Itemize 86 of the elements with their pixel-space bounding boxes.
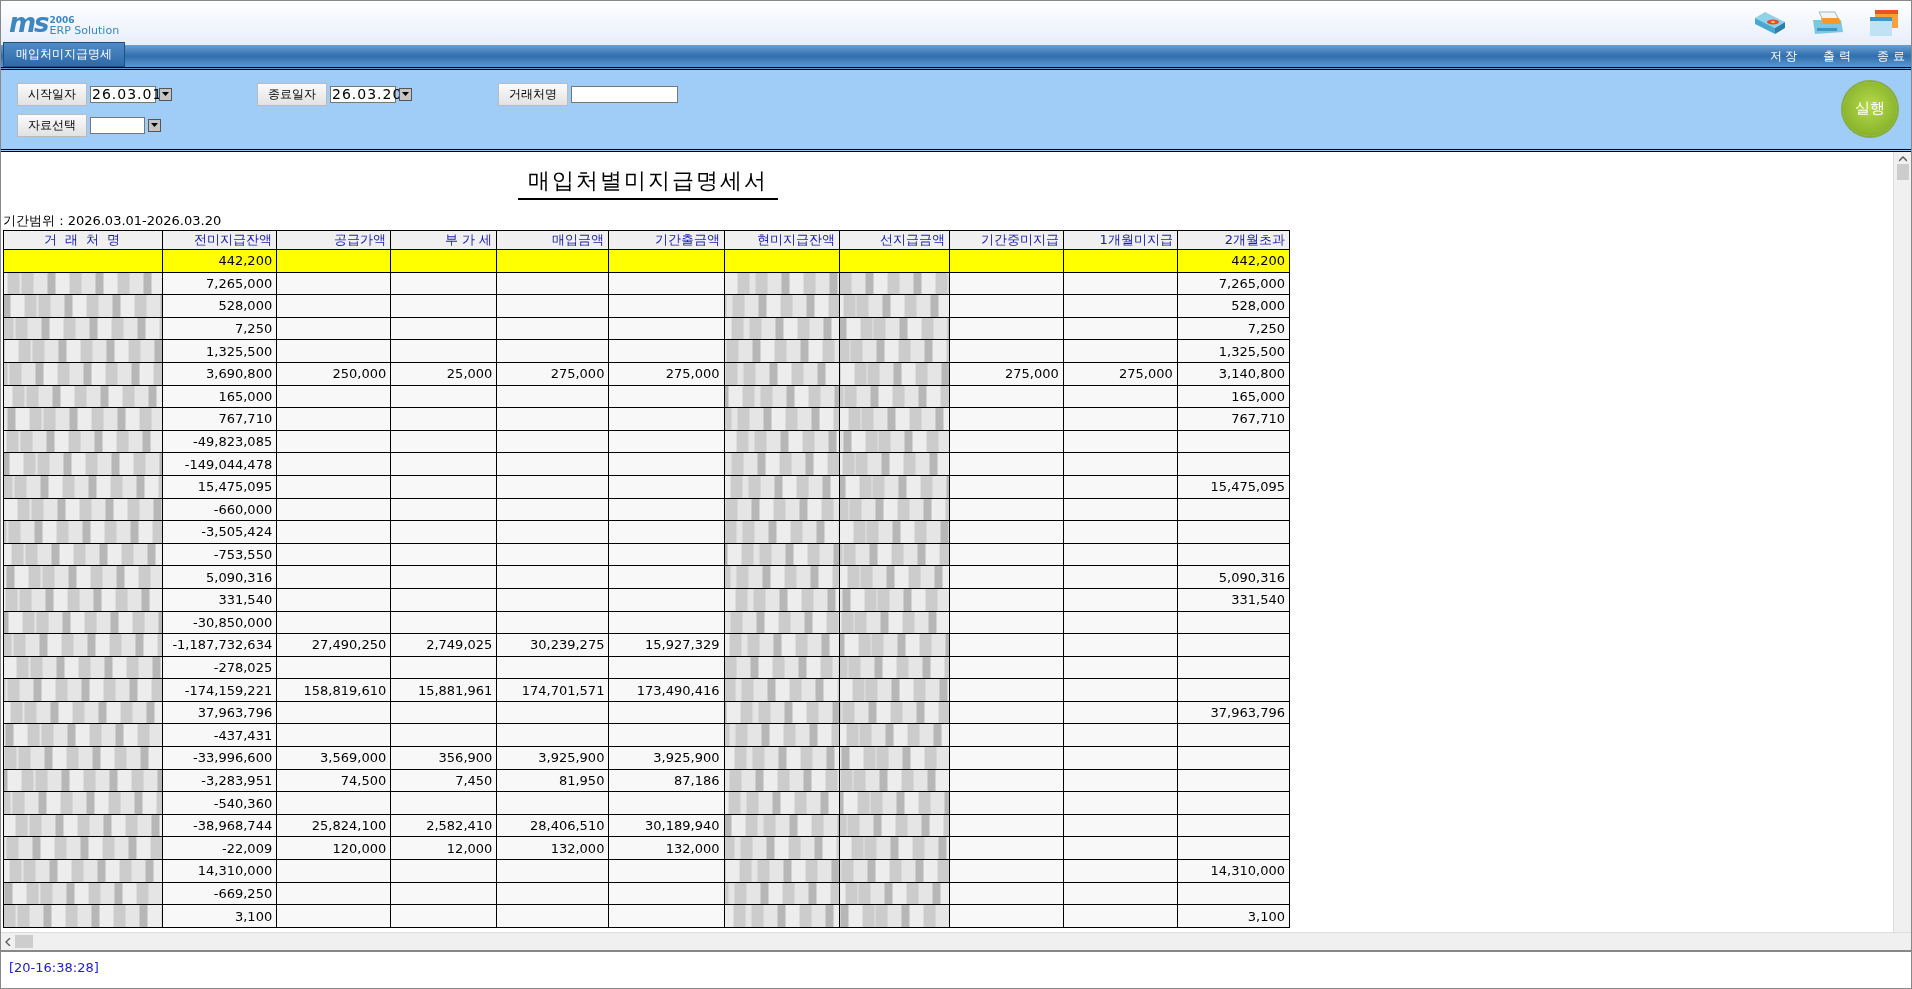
- scrollbar-thumb[interactable]: [15, 935, 33, 948]
- column-header: 기간중미지급: [949, 230, 1064, 250]
- table-cell: 7,250: [1177, 317, 1290, 340]
- table-row[interactable]: -22,009 120,000 12,000 132,000 132,000: [3, 836, 1290, 860]
- table-cell: -30,850,000: [162, 611, 277, 634]
- table-row[interactable]: -753,550: [3, 543, 1290, 566]
- tab[interactable]: 매입처미지급명세: [3, 42, 125, 67]
- table-row[interactable]: 165,000 165,000: [3, 385, 1290, 408]
- table-cell: 37,963,796: [1177, 701, 1290, 724]
- table-row[interactable]: -540,360: [3, 791, 1290, 815]
- scrollbar-thumb[interactable]: [1896, 164, 1909, 180]
- table-cell: -278,025: [162, 656, 277, 679]
- dropdown-arrow-icon[interactable]: [402, 92, 409, 96]
- table-cell: 165,000: [162, 385, 277, 408]
- windows-icon[interactable]: [1869, 9, 1899, 37]
- toolbar-label[interactable]: 종 료: [1877, 48, 1905, 65]
- horizontal-scrollbar[interactable]: [1, 932, 1911, 950]
- column-header: 전미지급잔액: [162, 230, 277, 250]
- column-header: 매입금액: [496, 230, 609, 250]
- column-header: 현미지급잔액: [724, 230, 840, 250]
- table-row[interactable]: -278,025: [3, 656, 1290, 679]
- table-cell: 25,824,100: [276, 814, 391, 837]
- table-cell: 7,250: [162, 317, 277, 340]
- table-row[interactable]: 37,963,796 37,963,796: [3, 701, 1290, 724]
- table-row[interactable]: 14,310,000 14,310,000: [3, 859, 1290, 883]
- table-cell: -669,250: [162, 882, 277, 905]
- table-cell: -753,550: [162, 543, 277, 566]
- table-row[interactable]: 331,540 331,540: [3, 588, 1290, 611]
- report-title: 매입처별미지급명세서: [518, 166, 778, 200]
- column-header: 선지급금액: [839, 230, 950, 250]
- table-row[interactable]: 1,325,500 1,325,500: [3, 339, 1290, 363]
- table-row[interactable]: 442,200 442,200: [3, 249, 1290, 273]
- toolbar-label[interactable]: 저 장: [1769, 48, 1798, 65]
- select-field[interactable]: [90, 116, 145, 134]
- dropdown-arrow-icon[interactable]: [151, 123, 158, 127]
- toolbar-label[interactable]: 출 력: [1823, 48, 1852, 65]
- vertical-scrollbar[interactable]: [1893, 152, 1911, 932]
- column-header: 기간출금액: [608, 230, 724, 250]
- table-row[interactable]: 3,100 3,100: [3, 904, 1290, 928]
- table-row[interactable]: -38,968,744 25,824,100 2,582,410 28,406,510 30,189,940: [3, 814, 1290, 837]
- filter-label-button[interactable]: 거래처명: [498, 82, 568, 106]
- table-row[interactable]: -669,250: [3, 882, 1290, 905]
- table-cell: 87,186: [608, 769, 724, 792]
- column-header: 2개월초과: [1177, 230, 1290, 250]
- column-header: 1개월미지급: [1063, 230, 1178, 250]
- table-row[interactable]: -3,283,951 74,500 7,450 81,950 87,186: [3, 769, 1290, 792]
- table-row[interactable]: 528,000 528,000: [3, 294, 1290, 318]
- table-row[interactable]: -3,505,424: [3, 520, 1290, 544]
- table-row[interactable]: 7,265,000 7,265,000: [3, 272, 1290, 295]
- table-row[interactable]: 7,250 7,250: [3, 317, 1290, 340]
- table-row[interactable]: -174,159,221 158,819,610 15,881,961 174,701,571 173,490,416: [3, 678, 1290, 702]
- period-range-text: 기간범위 : 2026.03.01-2026.03.20: [3, 212, 223, 230]
- table-cell: 165,000: [1177, 385, 1290, 408]
- table-row[interactable]: 5,090,316 5,090,316: [3, 565, 1290, 589]
- table-cell: 37,963,796: [162, 701, 277, 724]
- table-row[interactable]: -30,850,000: [3, 611, 1290, 634]
- table-cell: -38,968,744: [162, 814, 277, 837]
- column-header: 거 래 처 명: [3, 230, 163, 250]
- table-row[interactable]: 767,710 767,710: [3, 407, 1290, 431]
- table-cell: 81,950: [496, 769, 609, 792]
- table-row[interactable]: -49,823,085: [3, 430, 1290, 453]
- table-row[interactable]: -660,000: [3, 498, 1290, 521]
- text-field[interactable]: [571, 85, 678, 103]
- table-cell: 7,265,000: [1177, 272, 1290, 295]
- printer-icon[interactable]: [1811, 10, 1845, 36]
- filter-label-button[interactable]: 종료일자: [257, 82, 327, 106]
- dropdown-arrow-icon[interactable]: [162, 92, 169, 96]
- drive-icon[interactable]: [1753, 10, 1787, 36]
- table-row[interactable]: -33,996,600 3,569,000 356,900 3,925,900 3,925,900: [3, 746, 1290, 770]
- table-row[interactable]: 3,690,800 250,000 25,000 275,000 275,000 275,000 275,000 3,140,800: [3, 362, 1290, 386]
- status-text: [20-16:38:28]: [9, 960, 99, 975]
- table-cell: 28,406,510: [496, 814, 609, 837]
- table-cell: 30,189,940: [608, 814, 724, 837]
- table-row[interactable]: -1,187,732,634 27,490,250 2,749,025 30,239,275 15,927,329: [3, 633, 1290, 657]
- table-cell: 7,265,000: [162, 272, 277, 295]
- table-cell: -3,283,951: [162, 769, 277, 792]
- table-row[interactable]: 15,475,095 15,475,095: [3, 475, 1290, 499]
- table-cell: 74,500: [276, 769, 391, 792]
- table-row[interactable]: -149,044,478: [3, 452, 1290, 476]
- table-cell: -49,823,085: [162, 430, 277, 453]
- column-header: 공급가액: [276, 230, 391, 250]
- filter-label-button[interactable]: 자료선택: [17, 113, 87, 137]
- filter-label-button[interactable]: 시작일자: [17, 82, 87, 106]
- table-cell: -660,000: [162, 498, 277, 521]
- table-row[interactable]: -437,431: [3, 723, 1290, 747]
- column-header: 부 가 세: [390, 230, 497, 250]
